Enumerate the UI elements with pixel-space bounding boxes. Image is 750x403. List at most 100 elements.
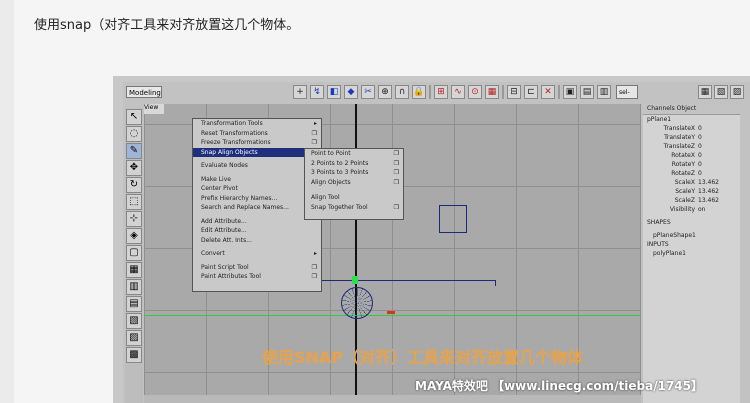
menu-item[interactable]: Freeze Transformations ❐ bbox=[193, 138, 321, 148]
menu-item[interactable]: Convert ▸ bbox=[193, 249, 321, 259]
menu-item[interactable]: Reset Transformations ❐ bbox=[193, 129, 321, 139]
move-manipulator-arrow[interactable] bbox=[387, 311, 395, 314]
menu-item[interactable]: Paint Attributes Tool ❐ bbox=[193, 272, 321, 282]
lock-icon[interactable]: 🔒 bbox=[412, 85, 426, 99]
menu-item[interactable]: Search and Replace Names... bbox=[193, 203, 321, 213]
grid-icon[interactable]: ⊕ bbox=[378, 85, 392, 99]
render-icon[interactable]: ⊏ bbox=[524, 85, 538, 99]
menu-item-label: Delete Att. Ints... bbox=[201, 236, 252, 244]
attribute-value[interactable]: 0 bbox=[698, 133, 740, 142]
curve-icon[interactable]: ↯ bbox=[310, 85, 324, 99]
tool-settings-icon[interactable]: ▧ bbox=[714, 85, 728, 99]
submenu-item[interactable]: 3 Points to 3 Points ❐ bbox=[305, 168, 403, 178]
attribute-row[interactable]: RotateZ 0 bbox=[643, 169, 740, 178]
viewport-scrollbar[interactable] bbox=[144, 395, 641, 403]
last-tool-icon[interactable]: ◈ bbox=[126, 228, 142, 244]
plus-icon[interactable]: + bbox=[293, 85, 307, 99]
attribute-row[interactable]: RotateX 0 bbox=[643, 151, 740, 160]
move-tool-icon[interactable]: ✥ bbox=[126, 160, 142, 176]
snap-plane-icon[interactable]: ▦ bbox=[485, 85, 499, 99]
submenu-item[interactable]: 2 Points to 2 Points ❐ bbox=[305, 159, 403, 169]
attribute-row[interactable]: TranslateX 0 bbox=[643, 124, 740, 133]
render-globals-icon[interactable]: ▣ bbox=[563, 85, 577, 99]
attribute-editor-icon[interactable]: ▦ bbox=[698, 85, 712, 99]
cube-icon[interactable]: ◧ bbox=[327, 85, 341, 99]
input-node[interactable]: polyPlane1 bbox=[643, 249, 740, 258]
menu-item[interactable]: Center Pivot bbox=[193, 184, 321, 194]
magnet-icon[interactable]: ∩ bbox=[395, 85, 409, 99]
menu-item[interactable]: Delete Att. Ints... bbox=[193, 236, 321, 246]
attribute-value[interactable]: on bbox=[698, 205, 740, 214]
menu-item[interactable]: Transformation Tools ▸ bbox=[193, 119, 321, 129]
attribute-row[interactable]: ScaleY 13.462 bbox=[643, 187, 740, 196]
submenu-item[interactable]: Align Objects ❐ bbox=[305, 178, 403, 188]
mode-selector[interactable]: Modeling bbox=[126, 86, 162, 98]
submenu-item[interactable]: Align Tool bbox=[305, 193, 403, 203]
render-view-icon[interactable]: ▤ bbox=[580, 85, 594, 99]
lasso-tool-icon[interactable]: ◌ bbox=[126, 126, 142, 142]
menu-item[interactable]: Make Live bbox=[193, 175, 321, 185]
layout-stack-icon[interactable]: ▤ bbox=[126, 296, 142, 312]
attribute-value[interactable]: 13.462 bbox=[698, 196, 740, 205]
snap-grid-icon[interactable]: ⊞ bbox=[434, 85, 448, 99]
layout-four-icon[interactable]: ▦ bbox=[126, 262, 142, 278]
option-box-icon[interactable]: ❐ bbox=[312, 263, 317, 273]
menu-item[interactable]: Add Attribute... bbox=[193, 217, 321, 227]
select-tool-icon[interactable]: ↖ bbox=[126, 109, 142, 125]
snap-point-icon[interactable]: ⊙ bbox=[468, 85, 482, 99]
scissor-icon[interactable]: ✂ bbox=[361, 85, 375, 99]
pivot-handle[interactable] bbox=[352, 276, 358, 284]
camera-icon[interactable]: ▥ bbox=[597, 85, 611, 99]
wireframe-sphere[interactable] bbox=[341, 287, 373, 319]
attribute-row[interactable]: TranslateY 0 bbox=[643, 133, 740, 142]
submenu-item-label: Snap Together Tool bbox=[311, 203, 368, 211]
channel-box-icon[interactable]: ▨ bbox=[730, 85, 744, 99]
attribute-row[interactable]: ScaleX 13.462 bbox=[643, 178, 740, 187]
attribute-row[interactable]: ScaleZ 13.462 bbox=[643, 196, 740, 205]
selection-field[interactable]: sel- bbox=[616, 85, 638, 99]
menu-item[interactable]: Edit Attribute... bbox=[193, 226, 321, 236]
layout-single-icon[interactable]: ▢ bbox=[126, 245, 142, 261]
layout-hypershade-icon[interactable]: ▩ bbox=[126, 347, 142, 363]
attribute-row[interactable]: RotateY 0 bbox=[643, 160, 740, 169]
option-box-icon[interactable]: ❐ bbox=[394, 168, 399, 178]
menu-item[interactable]: Prefix Hierarchy Names... bbox=[193, 194, 321, 204]
paint-select-icon[interactable]: ✎ bbox=[126, 143, 142, 159]
attribute-row[interactable]: Visibility on bbox=[643, 205, 740, 214]
attribute-value[interactable]: 13.462 bbox=[698, 178, 740, 187]
attribute-value[interactable]: 0 bbox=[698, 160, 740, 169]
option-box-icon[interactable]: ❐ bbox=[394, 159, 399, 169]
panel-menu-view[interactable]: View bbox=[144, 104, 164, 114]
attribute-value[interactable]: 0 bbox=[698, 124, 740, 133]
option-box-icon[interactable]: ❐ bbox=[312, 272, 317, 282]
attribute-value[interactable]: 0 bbox=[698, 142, 740, 151]
layout-outliner-icon[interactable]: ▧ bbox=[126, 313, 142, 329]
option-box-icon[interactable]: ❐ bbox=[312, 138, 317, 148]
option-box-icon[interactable]: ❐ bbox=[394, 203, 399, 213]
attribute-name: TranslateX bbox=[663, 125, 695, 132]
attribute-row[interactable]: TranslateZ 0 bbox=[643, 142, 740, 151]
history-icon[interactable]: ⊟ bbox=[507, 85, 521, 99]
menu-item[interactable]: Paint Script Tool ❐ bbox=[193, 263, 321, 273]
sphere-icon[interactable]: ◆ bbox=[344, 85, 358, 99]
ipr-icon[interactable]: ✕ bbox=[541, 85, 555, 99]
object-name[interactable]: pPlane1 bbox=[643, 115, 740, 124]
option-box-icon[interactable]: ❐ bbox=[312, 129, 317, 139]
attribute-value[interactable]: 13.462 bbox=[698, 187, 740, 196]
option-box-icon[interactable]: ❐ bbox=[394, 149, 399, 159]
submenu-item[interactable]: Snap Together Tool ❐ bbox=[305, 203, 403, 213]
scale-tool-icon[interactable]: ⬚ bbox=[126, 194, 142, 210]
attribute-value[interactable]: 0 bbox=[698, 169, 740, 178]
layout-side-icon[interactable]: ▥ bbox=[126, 279, 142, 295]
snap-curve-icon[interactable]: ∿ bbox=[451, 85, 465, 99]
menu-item[interactable]: Evaluate Nodes▸ bbox=[193, 161, 321, 171]
manipulator-icon[interactable]: ⊹ bbox=[126, 211, 142, 227]
rotate-tool-icon[interactable]: ↻ bbox=[126, 177, 142, 193]
submenu-item[interactable]: Point to Point ❐ bbox=[305, 149, 403, 159]
layout-graph-icon[interactable]: ▨ bbox=[126, 330, 142, 346]
wireframe-cube[interactable] bbox=[439, 205, 467, 233]
shape-node[interactable]: pPlaneShape1 bbox=[643, 231, 740, 240]
menu-item-snap-align[interactable]: Snap Align Objects▸ bbox=[193, 147, 321, 157]
option-box-icon[interactable]: ❐ bbox=[394, 178, 399, 188]
attribute-value[interactable]: 0 bbox=[698, 151, 740, 160]
